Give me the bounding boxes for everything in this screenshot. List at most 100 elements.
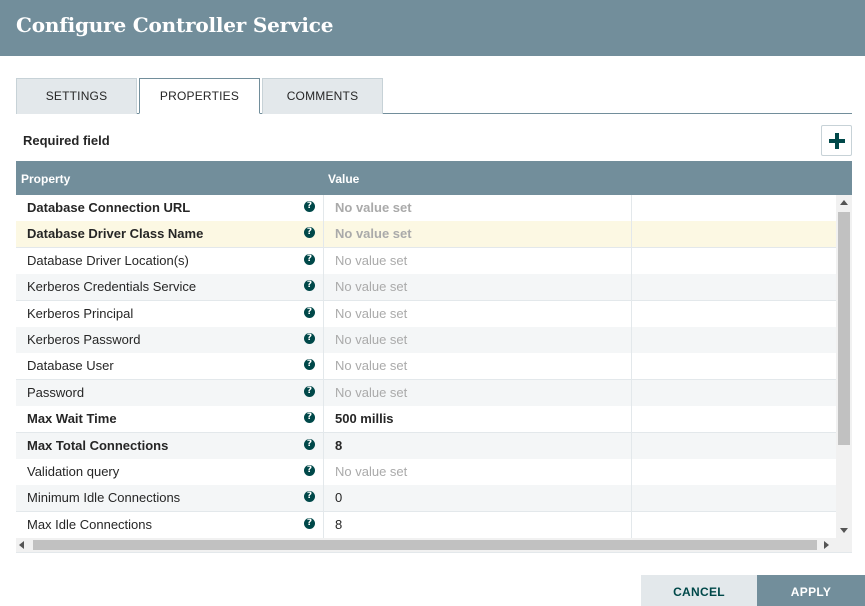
table-row[interactable]: Database Connection URL? No value set: [16, 195, 836, 222]
property-cell[interactable]: Database Driver Class Name?: [16, 221, 324, 248]
property-value: No value set: [335, 464, 408, 479]
column-header-value[interactable]: Value: [328, 172, 359, 186]
grid-body: Database Connection URL? No value set Data…: [16, 195, 836, 538]
horizontal-scrollbar[interactable]: [16, 538, 852, 552]
actions-cell: [632, 248, 836, 274]
actions-cell: [632, 327, 836, 353]
help-icon[interactable]: ?: [304, 227, 315, 239]
value-cell[interactable]: No value set: [324, 221, 632, 248]
actions-cell: [632, 195, 836, 221]
value-cell[interactable]: 0: [324, 485, 632, 512]
table-row[interactable]: Minimum Idle Connections? 0: [16, 485, 836, 513]
property-value: No value set: [335, 358, 408, 374]
value-cell[interactable]: No value set: [324, 353, 632, 380]
property-value: 500 millis: [335, 411, 394, 427]
table-row[interactable]: Password? No value set: [16, 379, 836, 407]
property-cell[interactable]: Minimum Idle Connections?: [16, 485, 324, 512]
table-row[interactable]: Kerberos Principal? No value set: [16, 300, 836, 328]
property-value: No value set: [335, 226, 412, 242]
property-name: Database Driver Class Name: [27, 226, 204, 242]
table-row[interactable]: Validation query? No value set: [16, 459, 836, 486]
property-cell[interactable]: Database Connection URL?: [16, 195, 324, 221]
help-icon[interactable]: ?: [304, 359, 315, 371]
help-icon[interactable]: ?: [304, 306, 315, 318]
value-cell[interactable]: No value set: [324, 327, 632, 353]
property-cell[interactable]: Max Total Connections?: [16, 432, 324, 459]
table-row[interactable]: Database Driver Location(s)? No value set: [16, 247, 836, 275]
property-cell[interactable]: Validation query?: [16, 459, 324, 485]
property-value: No value set: [335, 252, 408, 268]
scroll-up-icon[interactable]: [840, 200, 848, 205]
help-icon[interactable]: ?: [304, 412, 315, 424]
scroll-left-icon[interactable]: [19, 541, 24, 549]
help-icon[interactable]: ?: [304, 517, 315, 529]
column-header-property[interactable]: Property: [21, 172, 70, 186]
table-row[interactable]: Max Idle Connections? 8: [16, 511, 836, 538]
scroll-right-icon[interactable]: [824, 541, 829, 549]
property-name: Database Connection URL: [27, 200, 191, 215]
table-row[interactable]: Max Total Connections? 8: [16, 432, 836, 460]
help-icon[interactable]: ?: [304, 333, 315, 344]
property-value: 8: [335, 437, 343, 453]
table-row[interactable]: Max Wait Time? 500 millis: [16, 406, 836, 434]
property-name: Database Driver Location(s): [27, 252, 189, 268]
property-name: Database User: [27, 358, 114, 374]
help-icon[interactable]: ?: [304, 201, 315, 212]
actions-cell: [632, 380, 836, 406]
property-name: Kerberos Principal: [27, 305, 134, 321]
property-cell[interactable]: Max Wait Time?: [16, 406, 324, 433]
property-cell[interactable]: Password?: [16, 379, 324, 406]
table-row[interactable]: Kerberos Password? No value set: [16, 327, 836, 354]
property-value: No value set: [335, 279, 408, 295]
vertical-scroll-thumb[interactable]: [838, 212, 850, 445]
scroll-down-icon[interactable]: [840, 528, 848, 533]
dialog-header: Configure Controller Service: [0, 0, 865, 56]
value-cell[interactable]: No value set: [324, 247, 632, 274]
property-cell[interactable]: Max Idle Connections?: [16, 511, 324, 538]
tab-bar: SETTINGS PROPERTIES COMMENTS: [16, 78, 852, 114]
cancel-button[interactable]: CANCEL: [641, 575, 757, 606]
value-cell[interactable]: No value set: [324, 274, 632, 301]
value-cell[interactable]: No value set: [324, 379, 632, 406]
vertical-scrollbar[interactable]: [836, 195, 852, 538]
property-cell[interactable]: Kerberos Principal?: [16, 300, 324, 327]
add-property-button[interactable]: [821, 125, 852, 156]
actions-cell: [632, 301, 836, 327]
help-icon[interactable]: ?: [304, 385, 315, 397]
property-name: Password: [27, 384, 85, 400]
property-cell[interactable]: Kerberos Password?: [16, 327, 324, 353]
property-value: 8: [335, 516, 343, 532]
tab-properties[interactable]: PROPERTIES: [139, 78, 260, 114]
table-row[interactable]: Kerberos Credentials Service? No value se…: [16, 274, 836, 302]
help-icon[interactable]: ?: [304, 253, 315, 265]
help-icon[interactable]: ?: [304, 491, 315, 503]
property-value: No value set: [335, 305, 408, 321]
help-icon[interactable]: ?: [304, 438, 315, 450]
actions-cell: [632, 406, 836, 432]
value-cell[interactable]: 500 millis: [324, 406, 632, 433]
property-name: Minimum Idle Connections: [27, 490, 181, 506]
help-icon[interactable]: ?: [304, 280, 315, 292]
property-value: 0: [335, 490, 343, 506]
value-cell[interactable]: No value set: [324, 300, 632, 327]
tab-settings[interactable]: SETTINGS: [16, 78, 137, 114]
actions-cell: [632, 274, 836, 300]
value-cell[interactable]: No value set: [324, 195, 632, 221]
property-cell[interactable]: Database User?: [16, 353, 324, 380]
property-name: Kerberos Credentials Service: [27, 279, 197, 295]
value-cell[interactable]: 8: [324, 511, 632, 538]
table-row[interactable]: Database Driver Class Name? No value set: [16, 221, 836, 249]
property-name: Max Wait Time: [27, 411, 117, 427]
horizontal-scroll-thumb[interactable]: [33, 540, 817, 550]
property-cell[interactable]: Database Driver Location(s)?: [16, 247, 324, 274]
actions-cell: [632, 459, 836, 485]
table-row[interactable]: Database User? No value set: [16, 353, 836, 381]
property-cell[interactable]: Kerberos Credentials Service?: [16, 274, 324, 301]
apply-button[interactable]: APPLY: [757, 575, 865, 606]
help-icon[interactable]: ?: [304, 465, 315, 476]
property-value: No value set: [335, 384, 408, 400]
value-cell[interactable]: No value set: [324, 459, 632, 485]
tab-comments[interactable]: COMMENTS: [262, 78, 383, 114]
value-cell[interactable]: 8: [324, 432, 632, 459]
property-value: No value set: [335, 332, 408, 347]
